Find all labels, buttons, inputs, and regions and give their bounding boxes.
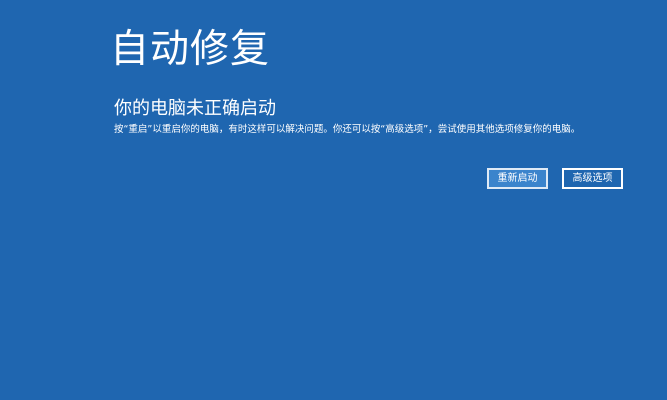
restart-button[interactable]: 重新启动 xyxy=(487,168,548,189)
advanced-options-button[interactable]: 高级选项 xyxy=(562,168,623,189)
error-heading: 你的电脑未正确启动 xyxy=(114,98,276,119)
error-description: 按“重启”以重启你的电脑，有时这样可以解决问题。你还可以按“高级选项”，尝试使用… xyxy=(114,124,581,135)
automatic-repair-screen: 自动修复 你的电脑未正确启动 按“重启”以重启你的电脑，有时这样可以解决问题。你… xyxy=(0,0,667,400)
page-title: 自动修复 xyxy=(110,27,271,72)
action-buttons: 重新启动 高级选项 xyxy=(487,168,623,189)
